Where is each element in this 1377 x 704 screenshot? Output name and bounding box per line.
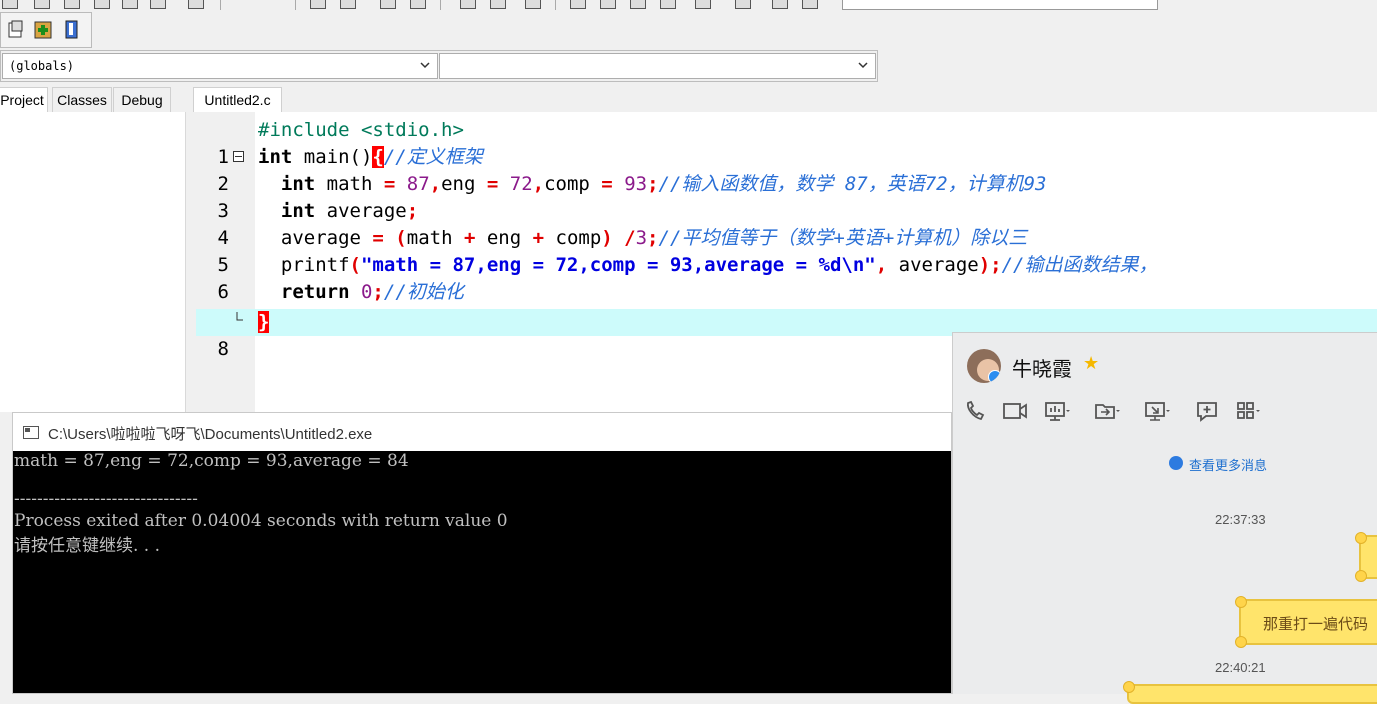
toolbar-separator <box>555 0 556 10</box>
toolbar-icon[interactable] <box>460 0 476 9</box>
toolbar-separator <box>220 0 221 10</box>
toolbar-icon[interactable] <box>735 0 751 9</box>
console-line: Process exited after 0.04004 seconds wit… <box>14 511 508 531</box>
toolbar-icon[interactable] <box>340 0 356 9</box>
clock-icon <box>1169 456 1183 470</box>
matched-brace: { <box>372 146 384 168</box>
message-plus-icon[interactable] <box>1195 399 1223 423</box>
toolbar-icon[interactable] <box>600 0 616 9</box>
console-app-icon <box>23 426 39 439</box>
chat-bubble[interactable] <box>1355 532 1377 582</box>
main-toolbar-top <box>0 0 1377 12</box>
toolbar-icon[interactable] <box>188 0 204 9</box>
project-toolbar <box>0 12 92 48</box>
console-title: C:\Users\啦啦啦飞呀飞\Documents\Untitled2.exe <box>48 426 373 443</box>
message-timestamp: 22:40:21 <box>1215 660 1266 675</box>
toolbar-icon[interactable] <box>695 0 711 9</box>
remote-desktop-icon[interactable] <box>1143 399 1171 423</box>
console-line: -------------------------------- <box>14 489 198 509</box>
add-to-project-icon[interactable] <box>32 19 54 41</box>
apps-grid-icon[interactable] <box>1235 399 1263 423</box>
chat-bubble[interactable] <box>1123 681 1377 704</box>
code-line: 5 average = (math + eng + comp) /3;//平均值… <box>196 225 1377 276</box>
toolbar-icon[interactable] <box>150 0 166 9</box>
tab-bar: Project Classes Debug Untitled2.c <box>0 86 1377 113</box>
folder-icon[interactable] <box>1093 399 1121 423</box>
remove-from-project-icon[interactable] <box>60 19 82 41</box>
toolbar-icon[interactable] <box>380 0 396 9</box>
console-line: 请按任意键继续. . . <box>14 536 161 556</box>
contact-name[interactable]: 牛晓霞 <box>1012 353 1072 382</box>
code-line: 6 printf("math = 87,eng = 72,comp = 93,a… <box>196 252 1377 303</box>
star-icon: ★ <box>1083 353 1100 374</box>
toolbar-icon[interactable] <box>802 0 818 9</box>
toolbar-icon[interactable] <box>772 0 788 9</box>
chat-bubble[interactable]: 那重打一遍代码 <box>1235 596 1377 648</box>
console-output[interactable]: math = 87,eng = 72,comp = 93,average = 8… <box>13 451 951 693</box>
screen-share-icon[interactable] <box>1043 399 1071 423</box>
tab-untitled2[interactable]: Untitled2.c <box>193 87 282 112</box>
phone-icon[interactable] <box>963 399 991 423</box>
toolbar-icon[interactable] <box>94 0 110 9</box>
console-line: math = 87,eng = 72,comp = 93,average = 8… <box>14 451 409 471</box>
fold-minus-icon[interactable] <box>233 151 244 162</box>
toolbar-icon[interactable] <box>525 0 541 9</box>
new-project-icon[interactable] <box>5 19 27 41</box>
matched-brace: } <box>258 311 270 333</box>
toolbar-icon[interactable] <box>570 0 586 9</box>
toolbar-separator <box>295 0 296 10</box>
code-line: 2 int main(){//定义框架 <box>196 144 1377 195</box>
tab-project[interactable]: Project <box>0 87 48 112</box>
toolbar-icon[interactable] <box>310 0 326 9</box>
line-number: 8 <box>196 336 229 363</box>
code-line: 7 return 0;//初始化 <box>196 279 1377 330</box>
toolbar-icon[interactable] <box>2 0 18 9</box>
toolbar-icon[interactable] <box>122 0 138 9</box>
fold-end-icon <box>236 312 243 321</box>
chat-bubble-text: 那重打一遍代码 <box>1263 615 1369 633</box>
toolbar-icon[interactable] <box>410 0 426 9</box>
view-more-messages-link[interactable]: 查看更多消息 <box>1169 455 1267 474</box>
member-select[interactable] <box>439 53 876 79</box>
console-titlebar[interactable]: C:\Users\啦啦啦飞呀飞\Documents\Untitled2.exe <box>13 413 951 451</box>
code-line: 4 int average; <box>196 198 1377 249</box>
compiler-combo[interactable] <box>842 0 1158 10</box>
toolbar-icon[interactable] <box>34 0 50 9</box>
project-panel <box>0 112 186 412</box>
code-line: 1 #include <stdio.h> <box>196 117 1377 168</box>
toolbar-icon[interactable] <box>490 0 506 9</box>
chevron-down-icon <box>420 62 430 69</box>
panel-splitter[interactable] <box>186 112 196 412</box>
toolbar-icon[interactable] <box>64 0 80 9</box>
scope-select-value: (globals) <box>9 59 75 73</box>
chat-window[interactable]: 牛晓霞 ★ 查看更多消息 22:37:33 那重打一遍代码 22:40:21 <box>952 332 1377 704</box>
toolbar-icon[interactable] <box>660 0 676 9</box>
code-line: 3 int math = 87,eng = 72,comp = 93;//输入函… <box>196 171 1377 222</box>
avatar[interactable] <box>967 349 1001 383</box>
toolbar-icon[interactable] <box>630 0 646 9</box>
video-call-icon[interactable] <box>1001 399 1029 423</box>
tab-debug[interactable]: Debug <box>113 87 171 112</box>
console-window[interactable]: C:\Users\啦啦啦飞呀飞\Documents\Untitled2.exe … <box>12 412 952 694</box>
class-browser-bar: (globals) <box>0 50 878 82</box>
chevron-down-icon <box>858 62 868 69</box>
scope-select[interactable]: (globals) <box>2 53 438 79</box>
toolbar-separator <box>440 0 441 10</box>
message-timestamp: 22:37:33 <box>1215 512 1266 527</box>
verified-badge-icon <box>988 370 1001 383</box>
tab-classes[interactable]: Classes <box>52 87 112 112</box>
